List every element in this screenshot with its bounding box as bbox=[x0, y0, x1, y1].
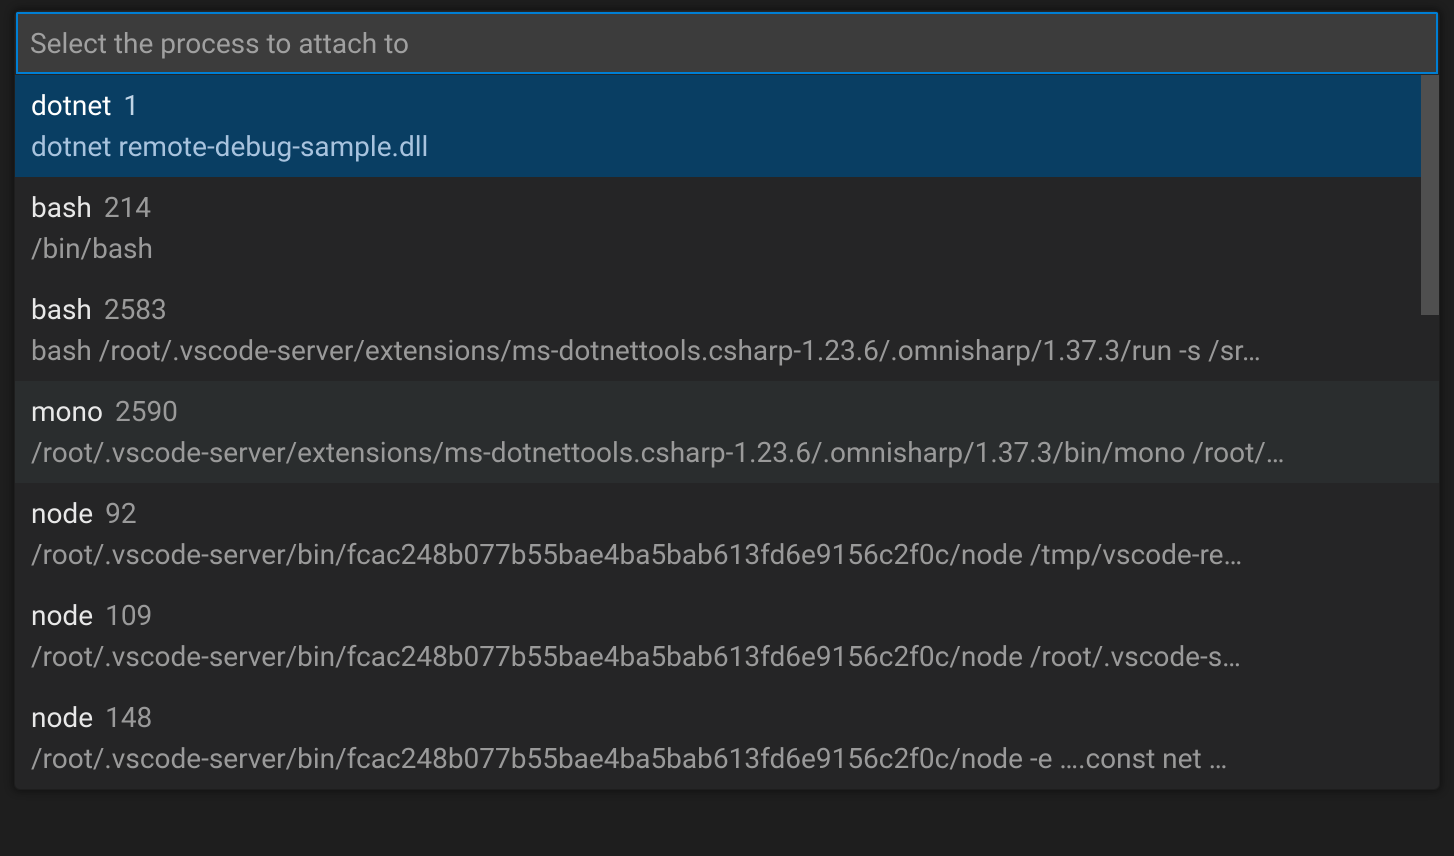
scrollbar-thumb[interactable] bbox=[1421, 75, 1439, 315]
process-title-row: bash 2583 bbox=[31, 293, 1423, 326]
process-name: node bbox=[31, 701, 93, 734]
process-list-item[interactable]: bash 214/bin/bash bbox=[15, 177, 1439, 279]
process-command: /root/.vscode-server/bin/fcac248b077b55b… bbox=[31, 538, 1423, 571]
process-command: /root/.vscode-server/bin/fcac248b077b55b… bbox=[31, 640, 1423, 673]
process-list-item[interactable]: dotnet 1 dotnet remote-debug-sample.dll bbox=[15, 75, 1439, 177]
process-pid: 2583 bbox=[104, 293, 167, 326]
process-command: /root/.vscode-server/bin/fcac248b077b55b… bbox=[31, 742, 1423, 775]
process-title-row: dotnet 1 bbox=[31, 89, 1423, 122]
process-name: mono bbox=[31, 395, 103, 428]
search-input-wrapper bbox=[15, 11, 1439, 75]
process-pid: 214 bbox=[104, 191, 151, 224]
process-list-item[interactable]: bash 2583 bash /root/.vscode-server/extens… bbox=[15, 279, 1439, 381]
process-name: node bbox=[31, 599, 93, 632]
process-title-row: node 92 bbox=[31, 497, 1423, 530]
search-input[interactable] bbox=[30, 27, 1424, 60]
process-picker: dotnet 1 dotnet remote-debug-sample.dll bas… bbox=[14, 10, 1440, 790]
process-list-item[interactable]: node 148/root/.vscode-server/bin/fcac248b… bbox=[15, 687, 1439, 789]
process-title-row: bash 214 bbox=[31, 191, 1423, 224]
process-list-container: dotnet 1 dotnet remote-debug-sample.dll bas… bbox=[15, 75, 1439, 789]
process-command: /root/.vscode-server/extensions/ms-dotne… bbox=[31, 436, 1423, 469]
process-title-row: mono 2590 bbox=[31, 395, 1423, 428]
process-list-item[interactable]: node 109/root/.vscode-server/bin/fcac248b… bbox=[15, 585, 1439, 687]
process-pid: 1 bbox=[123, 89, 139, 122]
process-pid: 148 bbox=[105, 701, 152, 734]
process-name: dotnet bbox=[31, 89, 111, 122]
process-command: bash /root/.vscode-server/extensions/ms-… bbox=[31, 334, 1423, 367]
process-list-item[interactable]: mono 2590/root/.vscode-server/extensions/… bbox=[15, 381, 1439, 483]
process-name: bash bbox=[31, 293, 92, 326]
scrollbar[interactable] bbox=[1421, 75, 1439, 789]
process-list-item[interactable]: node 92/root/.vscode-server/bin/fcac248b0… bbox=[15, 483, 1439, 585]
process-pid: 2590 bbox=[115, 395, 178, 428]
process-command: dotnet remote-debug-sample.dll bbox=[31, 130, 1423, 163]
search-input-box[interactable] bbox=[16, 12, 1438, 74]
process-title-row: node 148 bbox=[31, 701, 1423, 734]
process-pid: 109 bbox=[105, 599, 152, 632]
process-name: bash bbox=[31, 191, 92, 224]
process-pid: 92 bbox=[105, 497, 136, 530]
process-name: node bbox=[31, 497, 93, 530]
process-list[interactable]: dotnet 1 dotnet remote-debug-sample.dll bas… bbox=[15, 75, 1439, 789]
process-title-row: node 109 bbox=[31, 599, 1423, 632]
process-command: /bin/bash bbox=[31, 232, 1423, 265]
